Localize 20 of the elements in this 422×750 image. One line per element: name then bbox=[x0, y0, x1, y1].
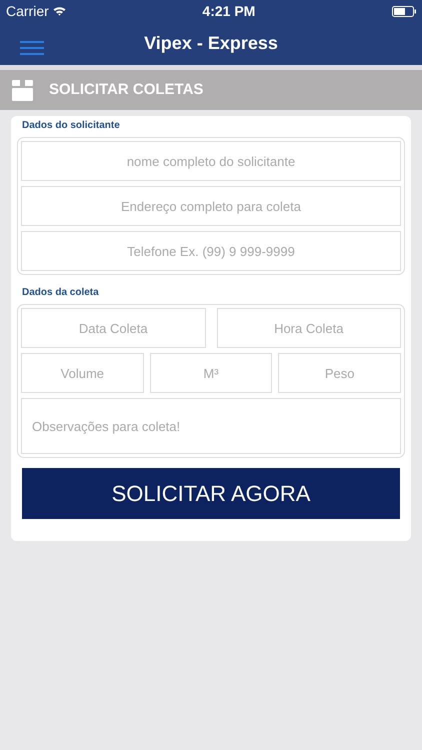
section-title: SOLICITAR COLETAS bbox=[49, 80, 204, 100]
battery-icon bbox=[392, 6, 416, 16]
wifi-icon bbox=[52, 6, 66, 16]
group-label: Dados da coleta bbox=[22, 286, 100, 300]
time-label: 4:21 PM bbox=[202, 2, 256, 20]
group-label: Dados do solicitante bbox=[22, 119, 121, 133]
input-field[interactable]: M³ bbox=[150, 353, 272, 393]
submit-button[interactable]: SOLICITAR AGORA bbox=[22, 468, 400, 519]
menu-icon bbox=[20, 40, 44, 55]
input-field[interactable]: Volume bbox=[21, 353, 144, 393]
input-field[interactable]: Telefone Ex. (99) 9 999-9999 bbox=[21, 231, 401, 271]
app-title: Vipex - Express bbox=[144, 32, 278, 55]
notes-field[interactable]: Observações para coleta! bbox=[21, 398, 401, 454]
input-field[interactable]: Data Coleta bbox=[21, 308, 206, 348]
input-field[interactable]: Endereço completo para coleta bbox=[21, 186, 401, 226]
carrier-label: Carrier bbox=[6, 2, 49, 20]
input-field[interactable]: nome completo do solicitante bbox=[21, 141, 401, 181]
input-field[interactable]: Peso bbox=[278, 353, 401, 393]
input-field[interactable]: Hora Coleta bbox=[216, 308, 401, 348]
box-icon bbox=[12, 80, 33, 100]
